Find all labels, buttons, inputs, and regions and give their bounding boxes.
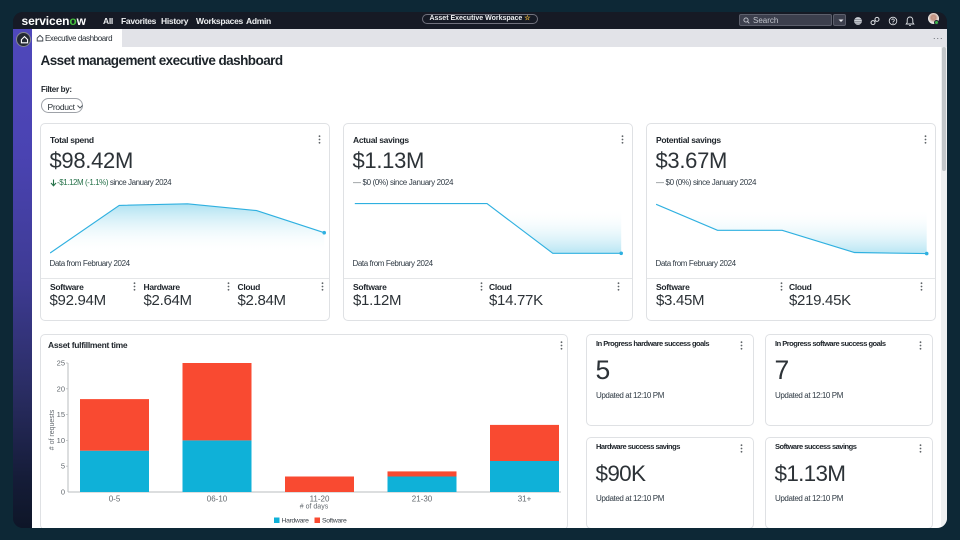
svg-text:21-30: 21-30 [412, 494, 433, 503]
svg-text:15: 15 [57, 410, 65, 419]
svg-text:# of days: # of days [300, 503, 329, 510]
svg-text:20: 20 [57, 384, 65, 393]
svg-text:06-10: 06-10 [207, 494, 228, 503]
svg-text:Hardware: Hardware [282, 517, 310, 524]
svg-text:0-5: 0-5 [109, 494, 121, 503]
svg-text:5: 5 [61, 461, 65, 470]
svg-text:25: 25 [57, 358, 65, 367]
svg-text:# of requests: # of requests [49, 409, 56, 450]
svg-text:11-20: 11-20 [310, 494, 330, 503]
svg-text:0: 0 [61, 487, 65, 496]
svg-text:31+: 31+ [518, 494, 532, 503]
svg-text:Software: Software [322, 517, 347, 524]
svg-text:10: 10 [57, 435, 65, 444]
